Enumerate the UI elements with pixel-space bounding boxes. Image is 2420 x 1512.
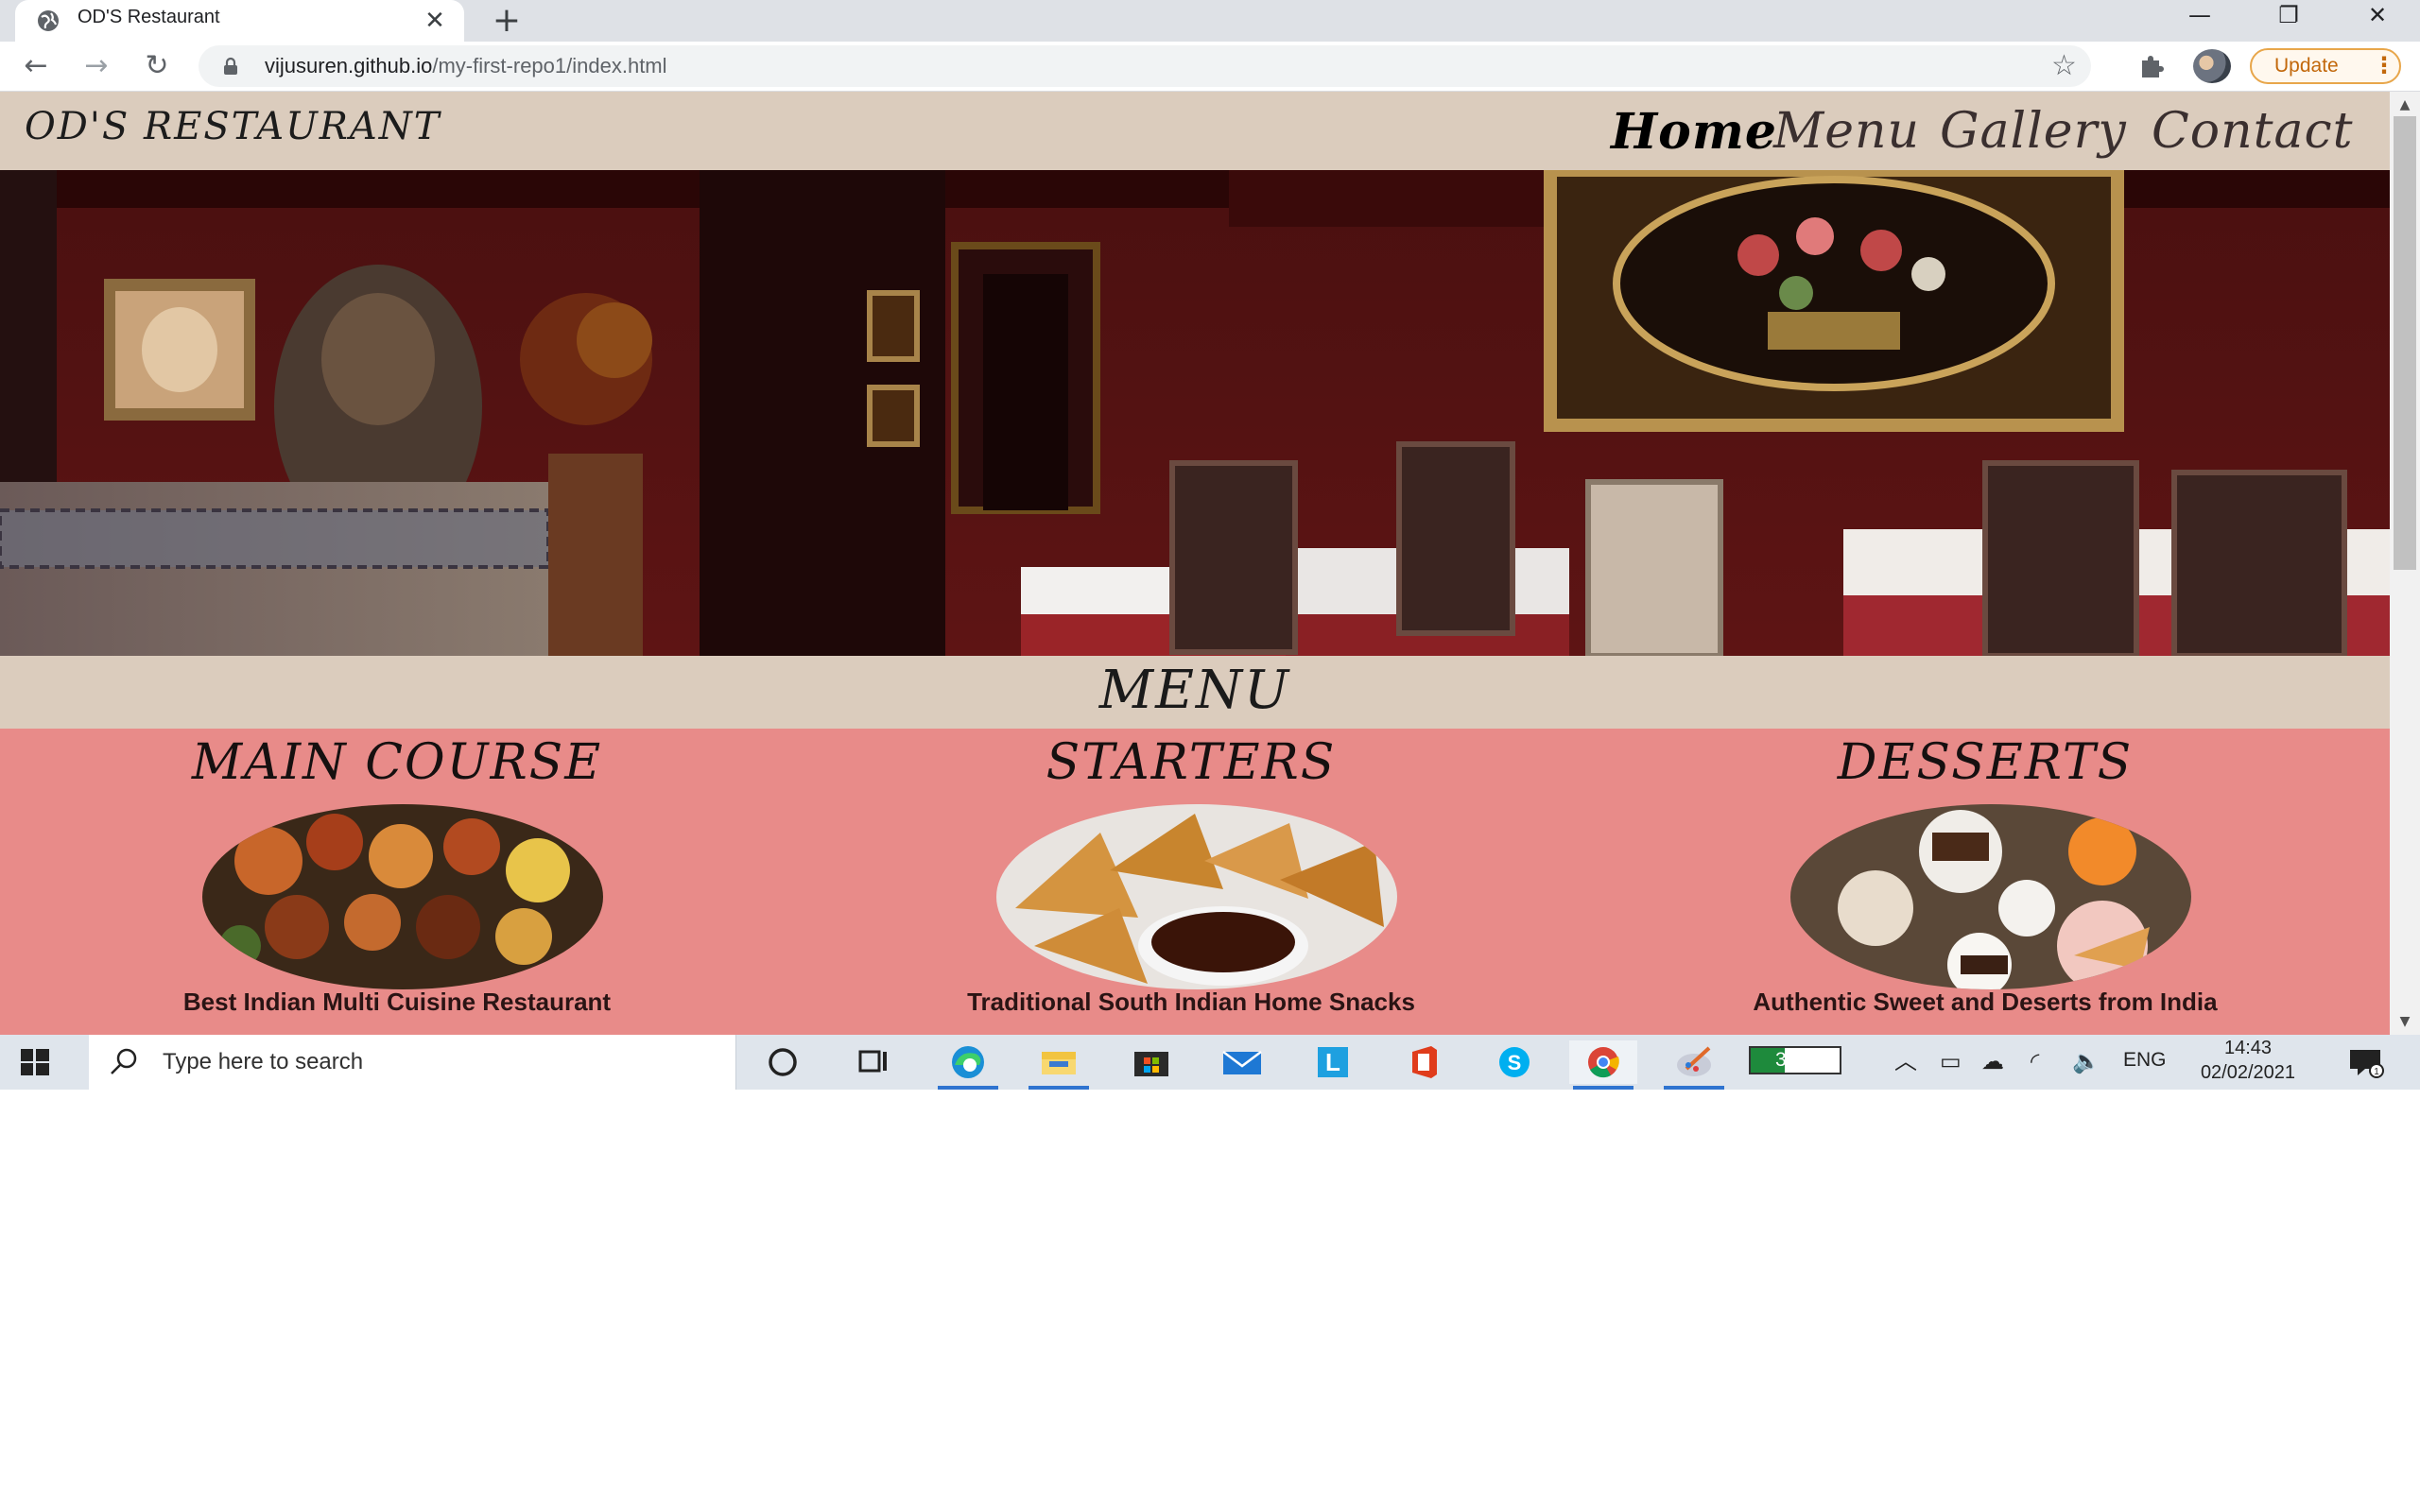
nav-contact[interactable]: Contact bbox=[2152, 103, 2354, 160]
nav-home[interactable]: Home bbox=[1611, 103, 1777, 161]
search-icon bbox=[111, 1048, 137, 1074]
menu-card-main-course[interactable]: MAIN COURSE Best Indian Multi Cuisine Re… bbox=[0, 729, 794, 1035]
maximize-icon[interactable]: ❐ bbox=[2246, 0, 2331, 32]
extensions-puzzle-icon[interactable] bbox=[2136, 51, 2167, 81]
menu-card-caption: Traditional South Indian Home Snacks bbox=[967, 988, 1415, 1016]
task-view-icon[interactable] bbox=[839, 1040, 908, 1084]
paint-running-indicator bbox=[1664, 1086, 1724, 1090]
scroll-up-arrow-icon[interactable]: ▲ bbox=[2390, 94, 2420, 116]
office-icon[interactable] bbox=[1390, 1040, 1458, 1084]
taskbar-search-box[interactable]: Type here to search bbox=[89, 1035, 736, 1090]
new-tab-button[interactable]: + bbox=[488, 2, 526, 40]
menu-card-title: STARTERS bbox=[1046, 734, 1337, 791]
taskbar: Type here to search L S 38% ︿ ▭ ☁ ◜ 🔈 EN… bbox=[0, 1035, 2420, 1090]
forward-icon[interactable]: → bbox=[78, 47, 115, 85]
volume-icon[interactable]: 🔈 bbox=[2072, 1046, 2100, 1076]
file-explorer-icon[interactable] bbox=[1025, 1040, 1093, 1090]
back-icon[interactable]: ← bbox=[17, 47, 55, 85]
menu-card-title: MAIN COURSE bbox=[191, 734, 603, 791]
notification-center-icon[interactable]: 1 bbox=[2344, 1046, 2386, 1078]
globe-icon bbox=[38, 10, 59, 31]
search-placeholder: Type here to search bbox=[163, 1049, 364, 1074]
screen: OD'S Restaurant ✕ + — ❐ ✕ ← → ↻ vijusure… bbox=[0, 0, 2420, 1090]
minimize-icon[interactable]: — bbox=[2157, 0, 2242, 32]
menu-card-desserts[interactable]: DESSERTS Authentic Sweet and Deserts fro… bbox=[1588, 729, 2382, 1035]
scroll-down-arrow-icon[interactable]: ▼ bbox=[2390, 1010, 2420, 1033]
menu-card-caption: Authentic Sweet and Deserts from India bbox=[1753, 988, 2218, 1016]
l-app-icon[interactable]: L bbox=[1299, 1040, 1367, 1084]
samosa-image bbox=[996, 804, 1397, 989]
svg-text:1: 1 bbox=[2374, 1067, 2379, 1077]
chrome-icon[interactable] bbox=[1569, 1040, 1637, 1090]
url-text[interactable]: vijusuren.github.io/my-first-repo1/index… bbox=[265, 54, 667, 78]
desserts-photo[interactable] bbox=[1790, 804, 2191, 989]
show-hidden-icons-chevron-icon[interactable]: ︿ bbox=[1894, 1046, 1917, 1076]
skype-icon[interactable]: S bbox=[1480, 1040, 1548, 1084]
paint-icon[interactable] bbox=[1660, 1040, 1728, 1090]
svg-text:S: S bbox=[1508, 1051, 1522, 1074]
indian-dishes-photo[interactable] bbox=[202, 804, 603, 989]
meet-now-icon[interactable]: ▭ bbox=[1940, 1046, 1962, 1076]
onedrive-cloud-icon[interactable]: ☁ bbox=[1981, 1046, 2004, 1076]
clock-date[interactable]: 02/02/2021 bbox=[2191, 1062, 2305, 1084]
address-bar[interactable]: vijusuren.github.io/my-first-repo1/index… bbox=[199, 45, 2091, 87]
browser-tab[interactable]: OD'S Restaurant ✕ bbox=[15, 0, 464, 42]
profile-avatar[interactable] bbox=[2193, 49, 2231, 83]
menu-card-title: DESSERTS bbox=[1837, 734, 2134, 791]
indian-dishes-image bbox=[202, 804, 603, 989]
scroll-thumb[interactable] bbox=[2394, 116, 2416, 570]
page-scrollbar[interactable]: ▲ ▼ bbox=[2390, 92, 2420, 1035]
battery-indicator[interactable]: 38% bbox=[1749, 1046, 1841, 1074]
explorer-running-indicator bbox=[1028, 1086, 1089, 1090]
site-header: OD'S RESTAURANT Home Menu Gallery Contac… bbox=[0, 92, 2390, 170]
svg-text:L: L bbox=[1325, 1048, 1340, 1076]
url-host: vijusuren.github.io bbox=[265, 54, 433, 77]
nav-menu[interactable]: Menu bbox=[1773, 103, 1920, 160]
url-path: /my-first-repo1/index.html bbox=[432, 54, 667, 77]
chrome-running-indicator bbox=[1573, 1086, 1634, 1090]
edge-icon[interactable] bbox=[934, 1040, 1002, 1090]
menu-card-starters[interactable]: STARTERS Traditional South Indian Home S… bbox=[794, 729, 1588, 1035]
update-label: Update bbox=[2274, 55, 2339, 77]
close-window-icon[interactable]: ✕ bbox=[2335, 0, 2420, 32]
menu-dots-icon: ⋮ bbox=[2373, 52, 2395, 78]
site-logo[interactable]: OD'S RESTAURANT bbox=[25, 105, 441, 148]
hero-image bbox=[0, 170, 2390, 656]
mail-icon[interactable] bbox=[1208, 1040, 1276, 1084]
page-viewport: OD'S RESTAURANT Home Menu Gallery Contac… bbox=[0, 92, 2420, 1035]
menu-banner: MENU bbox=[0, 656, 2390, 729]
menu-heading: MENU bbox=[1098, 660, 1291, 721]
restaurant-interior-illustration bbox=[0, 170, 2390, 656]
lock-icon bbox=[224, 57, 237, 75]
nav-gallery[interactable]: Gallery bbox=[1940, 103, 2127, 160]
bookmark-star-icon[interactable]: ☆ bbox=[2051, 50, 2077, 82]
wifi-icon[interactable]: ◜ bbox=[2031, 1046, 2039, 1076]
browser-toolbar: ← → ↻ vijusuren.github.io/my-first-repo1… bbox=[0, 42, 2420, 92]
tab-title: OD'S Restaurant bbox=[78, 7, 220, 27]
samosa-photo[interactable] bbox=[996, 804, 1397, 989]
update-button[interactable]: Update ⋮ bbox=[2250, 48, 2401, 84]
language-indicator[interactable]: ENG bbox=[2123, 1049, 2167, 1072]
desserts-image bbox=[1790, 804, 2191, 989]
edge-running-indicator bbox=[938, 1086, 998, 1090]
cortana-icon[interactable] bbox=[749, 1040, 817, 1084]
tab-strip: OD'S Restaurant ✕ + — ❐ ✕ bbox=[0, 0, 2420, 42]
menu-section: MAIN COURSE Best Indian Multi Cuisine Re… bbox=[0, 729, 2390, 1035]
reload-icon[interactable]: ↻ bbox=[138, 47, 176, 85]
tab-close-icon[interactable]: ✕ bbox=[420, 6, 450, 36]
menu-card-caption: Best Indian Multi Cuisine Restaurant bbox=[182, 988, 612, 1016]
store-icon[interactable] bbox=[1117, 1040, 1185, 1084]
clock-time[interactable]: 14:43 bbox=[2191, 1038, 2305, 1059]
windows-start-icon[interactable] bbox=[19, 1046, 51, 1078]
battery-percent: 38% bbox=[1774, 1049, 1816, 1071]
